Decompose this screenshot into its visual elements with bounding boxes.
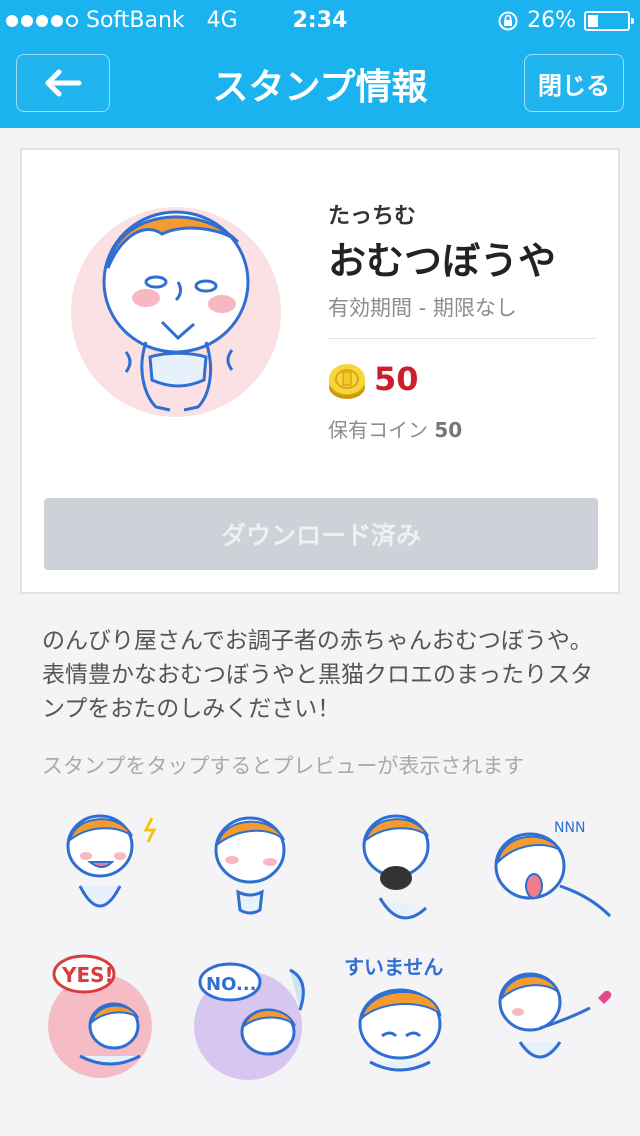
preview-sticker[interactable] <box>190 806 320 936</box>
rotation-lock-icon <box>498 11 518 30</box>
battery-percent: 26% <box>527 8 576 33</box>
status-bar: SoftBank 4G 2:34 26% <box>0 0 640 40</box>
download-button[interactable]: ダウンロード済み <box>44 498 598 570</box>
preview-sticker[interactable] <box>40 806 170 936</box>
close-button[interactable]: 閉じる <box>524 54 624 112</box>
sticker-author: たっちむ <box>328 204 417 229</box>
sticker-info-card: たっちむ おむつぼうや 有効期間 - 期限なし 50 保有コイン 50 ダウンロ… <box>20 148 620 594</box>
owned-coins-label: 保有コイン <box>328 418 428 442</box>
preview-sticker-text: YES! <box>61 963 114 987</box>
owned-coins-value: 50 <box>434 418 463 442</box>
preview-sticker-text: すいません <box>344 955 443 979</box>
owned-coins: 保有コイン 50 <box>328 414 462 443</box>
preview-sticker[interactable] <box>340 806 470 936</box>
status-right: 26% <box>497 8 634 33</box>
preview-sticker-text: NO... <box>206 974 256 995</box>
preview-sticker[interactable]: すいません <box>340 952 470 1082</box>
preview-sticker-text: NNN <box>554 820 585 836</box>
battery-icon <box>584 10 634 31</box>
preview-sticker[interactable]: NO... <box>190 952 320 1082</box>
top-bar: SoftBank 4G 2:34 26% スタンプ情報 閉じる <box>0 0 640 128</box>
divider <box>328 338 596 339</box>
preview-sticker[interactable] <box>490 952 620 1082</box>
main-sticker-image <box>71 207 281 417</box>
sticker-title: おむつぼうや <box>328 239 557 283</box>
preview-sticker[interactable]: YES! <box>40 952 170 1082</box>
sticker-price: 50 <box>374 360 419 398</box>
validity-period: 有効期間 - 期限なし <box>328 296 517 320</box>
preview-sticker[interactable]: NNN <box>490 806 620 936</box>
sticker-description: のんびり屋さんでお調子者の赤ちゃんおむつぼうや。表情豊かなおむつぼうやと黒猫クロ… <box>42 628 594 722</box>
preview-hint: スタンプをタップするとプレビューが表示されます <box>42 754 525 778</box>
coin-icon <box>329 364 365 399</box>
